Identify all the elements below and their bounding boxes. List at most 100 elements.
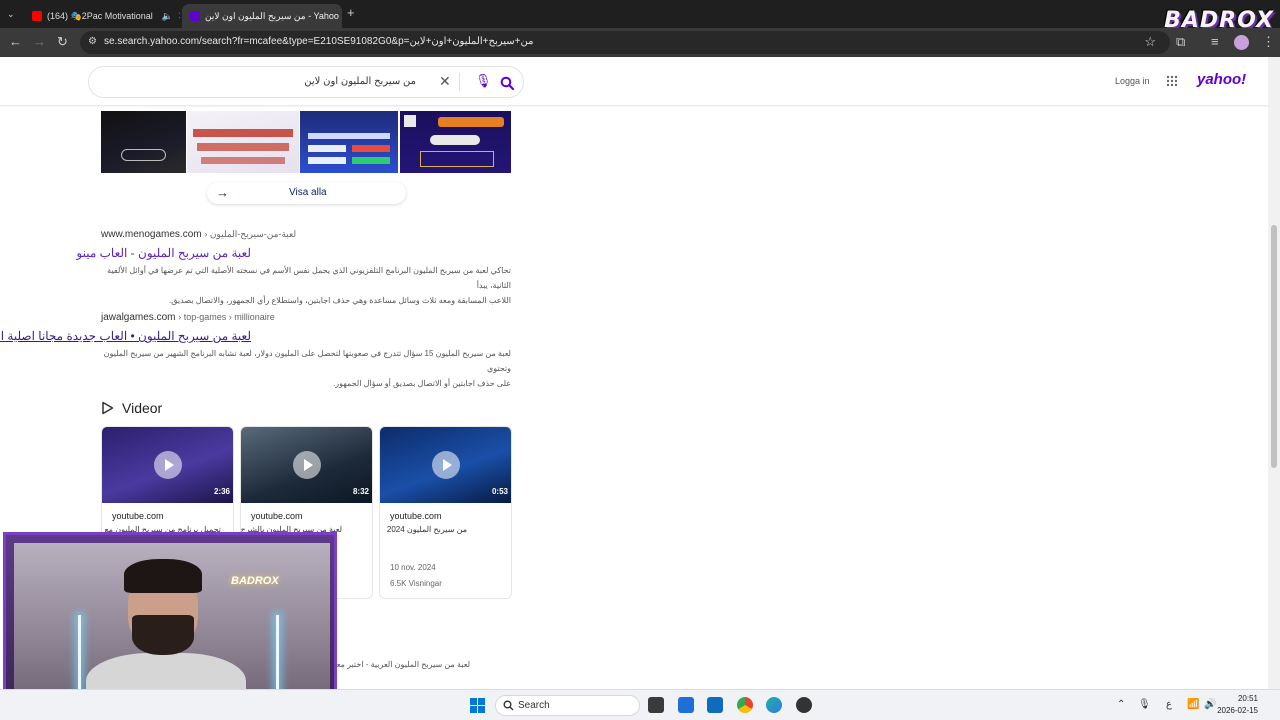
reload-icon[interactable]: ↻ [57, 34, 68, 50]
video-duration: 2:36 [213, 487, 230, 496]
streamer-hair [124, 559, 202, 593]
volume-icon[interactable]: 🔊 [1204, 699, 1216, 710]
search-icon[interactable] [500, 76, 514, 90]
video-card[interactable]: 0:53 youtube.com من سيربح المليون 2024 1… [379, 426, 512, 599]
video-title[interactable]: من سيربح المليون 2024 [387, 525, 467, 534]
tab-yahoo-search[interactable]: من سيربح المليون اون لاين - Yahoo Result… [182, 4, 342, 28]
video-source: youtube.com [112, 511, 164, 521]
taskbar-search[interactable]: Search [495, 695, 640, 716]
back-icon[interactable]: ← [9, 34, 22, 50]
image-detail [308, 145, 346, 152]
image-detail [193, 129, 293, 137]
video-thumbnail[interactable]: 2:36 [102, 427, 233, 503]
chrome-icon[interactable] [737, 697, 753, 713]
image-detail [430, 135, 480, 145]
profile-avatar[interactable] [1234, 35, 1249, 50]
image-detail [197, 143, 289, 151]
search-input[interactable]: من سيربح المليون اون لاين [304, 76, 416, 87]
result-domain: www.menogames.com [101, 229, 202, 240]
video-thumbnail[interactable]: 8:32 [241, 427, 372, 503]
login-link[interactable]: Logga in [1115, 76, 1150, 86]
scrollbar-thumb[interactable] [1271, 225, 1277, 468]
omnibox[interactable]: ⚙ se.search.yahoo.com/search?fr=mcafee&t… [80, 31, 1170, 54]
yahoo-logo[interactable]: yahoo! [1197, 71, 1246, 88]
result-title-link[interactable]: لعبة من سيربح المليون - العاب مينو [76, 246, 251, 260]
microphone-icon[interactable]: 🎙 [1138, 699, 1151, 710]
divider [459, 73, 460, 91]
video-date: 10 nov. 2024 [390, 563, 436, 572]
search-box[interactable]: من سيربح المليون اون لاين ✕ 🎙 [88, 66, 524, 98]
address-toolbar: ← → ↻ ⚙ se.search.yahoo.com/search?fr=mc… [0, 28, 1280, 57]
video-thumbnail[interactable]: 0:53 [380, 427, 511, 503]
tab-label: (164) 🎭2Pac Motivational [47, 10, 153, 21]
clear-icon[interactable]: ✕ [439, 73, 451, 90]
result-breadcrumb: › لعبة-من-سيربح-المليون [204, 229, 297, 239]
video-source: youtube.com [390, 511, 442, 521]
play-icon[interactable] [154, 451, 182, 479]
play-icon[interactable] [293, 451, 321, 479]
image-detail [121, 149, 166, 161]
more-menu-icon[interactable]: ⋮ [1262, 34, 1275, 50]
result-url[interactable]: jawalgames.com › top-games › millionaire [101, 312, 275, 323]
app-icon[interactable] [796, 697, 812, 713]
windows-start-icon[interactable] [470, 698, 485, 713]
tab-close-icon[interactable]: ✕ [178, 11, 180, 22]
image-detail [308, 157, 346, 164]
speaker-icon[interactable]: 🔈 [162, 11, 173, 22]
result-title-link[interactable]: لعبة من سيربح المليون • العاب جديدة مجان… [0, 329, 251, 343]
image-detail [352, 157, 390, 164]
result-snippet: تحاكي لعبة من سيربح المليون البرنامج الت… [101, 263, 511, 308]
forward-icon[interactable]: → [33, 34, 46, 50]
image-detail [352, 145, 390, 152]
video-duration: 0:53 [491, 487, 508, 496]
yahoo-favicon-icon [190, 11, 200, 21]
result-url[interactable]: www.menogames.com › لعبة-من-سيربح-المليو… [101, 229, 296, 240]
result-domain: jawalgames.com [101, 312, 176, 323]
extensions-icon[interactable]: ⧉ [1176, 34, 1185, 50]
result-snippet: لعبة من سيربح المليون 15 سؤال تتدرج في ص… [101, 346, 511, 391]
edge-icon[interactable] [766, 697, 782, 713]
videos-heading: Videor [122, 400, 163, 416]
snippet-line: على حذف اجابتين أو الاتصال بصديق أو سؤال… [333, 379, 511, 388]
yahoo-header: من سيربح المليون اون لاين ✕ 🎙 Logga in y… [0, 57, 1268, 105]
youtube-favicon-icon [32, 11, 42, 21]
tab-search-icon[interactable]: ⌄ [7, 6, 15, 22]
wifi-icon[interactable]: 📶 [1187, 699, 1199, 710]
view-all-images-button[interactable]: → Visa alla [207, 182, 406, 204]
video-source: youtube.com [251, 511, 303, 521]
snippet-line: تحاكي لعبة من سيربح المليون البرنامج الت… [107, 266, 511, 290]
outlook-icon[interactable] [707, 697, 723, 713]
bookmark-star-icon[interactable]: ☆ [1144, 34, 1156, 50]
microphone-icon[interactable]: 🎙 [475, 73, 492, 89]
store-icon[interactable] [678, 697, 694, 713]
image-result[interactable] [300, 111, 398, 173]
image-result[interactable] [101, 111, 186, 173]
clock[interactable]: 20:51 2026-02-15 [1217, 693, 1258, 717]
image-result[interactable] [400, 111, 511, 173]
snippet-line: اللاعب المسابقة ومعه ثلاث وسائل مساعدة و… [169, 296, 511, 305]
apps-grid-icon[interactable] [1166, 75, 1178, 87]
play-outline-icon [102, 401, 114, 415]
url-text[interactable]: se.search.yahoo.com/search?fr=mcafee&typ… [104, 36, 533, 47]
image-detail [420, 151, 494, 167]
new-tab-icon[interactable]: + [347, 5, 355, 21]
clock-date: 2026-02-15 [1217, 706, 1258, 715]
image-result[interactable] [187, 111, 299, 173]
result-snippet: لعبة من سيربح المليون العربية - اختبر مع… [323, 660, 470, 669]
result-breadcrumb: › top-games › millionaire [178, 312, 275, 322]
tab-youtube[interactable]: (164) 🎭2Pac Motivational 🔈 ✕ [24, 4, 180, 28]
tray-expand-icon[interactable]: ⌃ [1117, 699, 1125, 710]
image-detail [201, 157, 285, 164]
taskbar-search-label: Search [518, 700, 550, 711]
search-icon [503, 700, 514, 711]
input-language[interactable]: ع [1166, 699, 1172, 710]
clock-time: 20:51 [1237, 694, 1258, 703]
task-view-icon[interactable] [648, 697, 664, 713]
video-views: 6.5K Visningar [390, 579, 442, 588]
reading-list-icon[interactable]: ≡ [1211, 34, 1219, 50]
videos-section-header[interactable]: Videor [101, 400, 162, 416]
image-detail [404, 115, 416, 127]
site-info-icon[interactable]: ⚙ [88, 36, 97, 47]
image-detail [438, 117, 504, 127]
play-icon[interactable] [432, 451, 460, 479]
